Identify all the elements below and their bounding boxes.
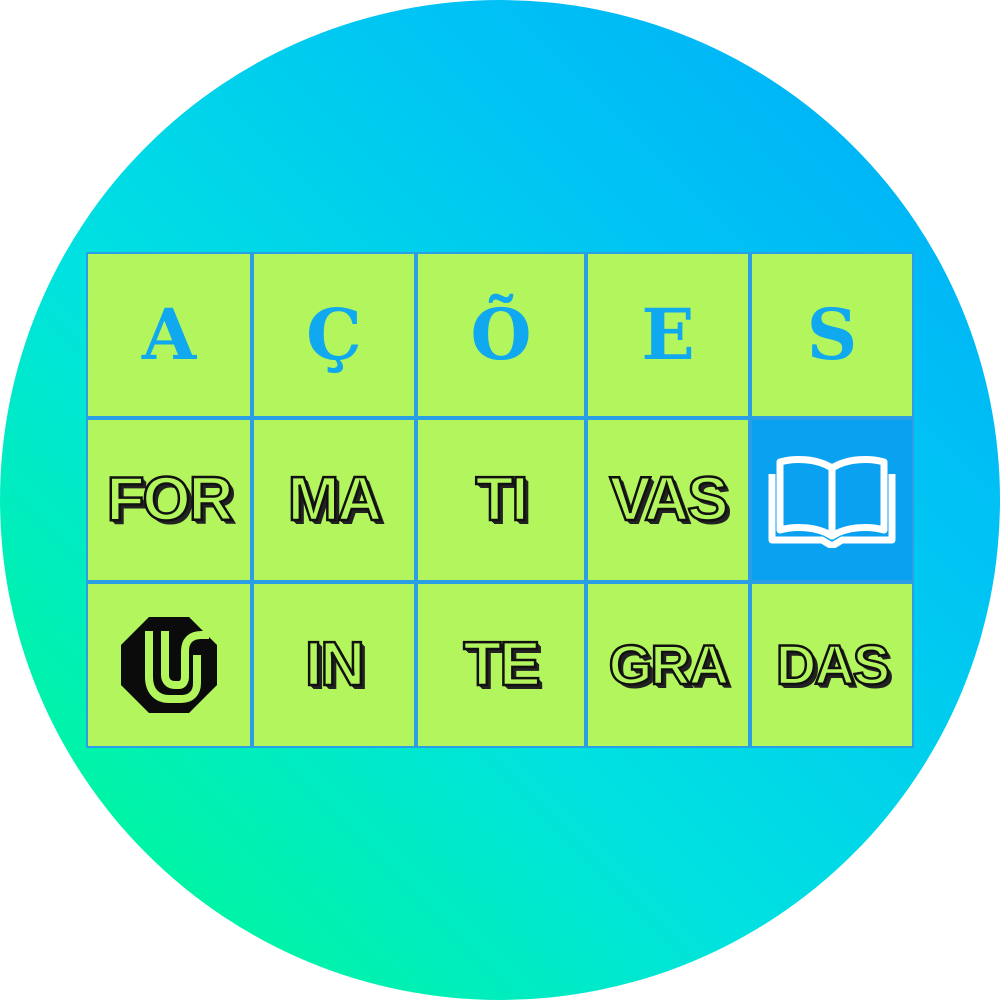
title-letter: S (806, 293, 858, 376)
tile-logo (86, 582, 252, 748)
tile-syllable-in: IN (252, 582, 416, 748)
syllable-text: GRA (608, 633, 731, 696)
tile-syllable-ma: MA (252, 418, 416, 582)
tile-letter-1: A (86, 252, 252, 418)
ufu-logo-icon (119, 615, 219, 715)
title-letter: A (141, 293, 197, 376)
tile-syllable-for: FOR (86, 418, 252, 582)
tile-syllable-vas: VAS (586, 418, 750, 582)
tile-syllable-ti: TI (416, 418, 586, 582)
syllable-text: TI (474, 465, 530, 534)
syllable-text: FOR (105, 465, 234, 534)
title-letter: E (641, 293, 695, 376)
tile-letter-2: Ç (252, 252, 416, 418)
syllable-text: IN (304, 630, 367, 699)
title-letter: Ç (306, 293, 362, 376)
tile-syllable-gra: GRA (586, 582, 750, 748)
tile-syllable-das: DAS (750, 582, 914, 748)
tile-book (750, 418, 914, 582)
title-letter: Õ (470, 293, 532, 376)
tile-letter-4: E (586, 252, 750, 418)
syllable-text: DAS (775, 633, 892, 696)
syllable-text: MA (287, 465, 384, 534)
title-grid: A Ç Õ E S FOR MA TI VAS IN TE GRA DAS (86, 252, 914, 748)
tile-letter-3: Õ (416, 252, 586, 418)
open-book-icon (768, 452, 896, 548)
tile-letter-5: S (750, 252, 914, 418)
badge: A Ç Õ E S FOR MA TI VAS IN TE GRA DAS (0, 0, 1000, 1000)
syllable-text: VAS (608, 465, 729, 534)
syllable-text: TE (462, 630, 542, 699)
tile-syllable-te: TE (416, 582, 586, 748)
